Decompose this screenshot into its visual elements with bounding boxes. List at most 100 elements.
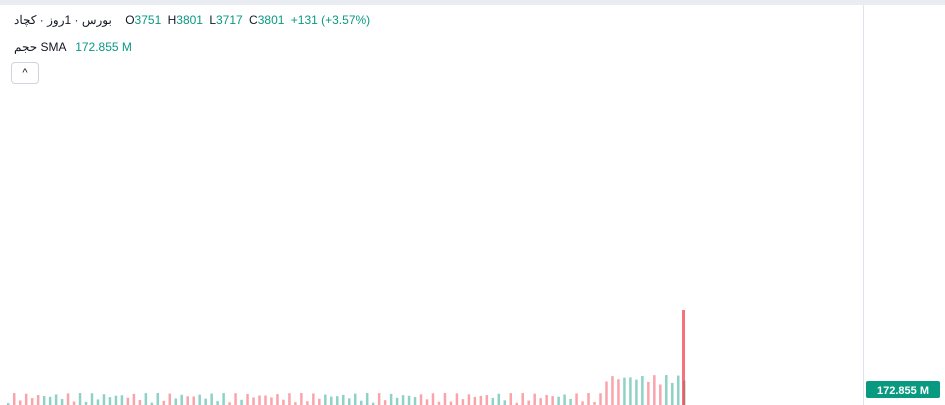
volume-bar — [443, 393, 447, 405]
volume-bar — [473, 396, 477, 405]
volume-legend[interactable]: حجم SMA 172.855 M — [14, 40, 132, 54]
volume-bar — [365, 393, 369, 405]
volume-bar — [587, 393, 590, 405]
volume-bar — [18, 400, 22, 405]
volume-bar — [491, 397, 495, 405]
volume-bar — [605, 381, 608, 405]
volume-bar — [359, 400, 363, 405]
volume-bar — [611, 376, 614, 405]
volume-bar — [234, 393, 237, 405]
volume-bar — [240, 399, 243, 405]
volume-bar — [431, 393, 435, 405]
volume-bar — [665, 375, 668, 405]
volume-bar — [557, 396, 560, 405]
volume-bar — [66, 393, 70, 405]
volume-bar — [174, 398, 178, 405]
volume-bar — [48, 396, 52, 405]
volume-bar — [144, 393, 148, 405]
volume-bar — [401, 395, 405, 405]
volume-bar — [222, 393, 225, 405]
volume-bar — [78, 393, 82, 405]
volume-bar — [54, 394, 58, 405]
volume-bar — [312, 393, 315, 405]
volume-bar — [324, 394, 327, 405]
volume-bar — [270, 397, 273, 405]
volume-bar — [156, 393, 160, 405]
volume-value: 172.855 M — [75, 40, 132, 54]
volume-bar — [276, 394, 279, 405]
volume-bar — [545, 394, 548, 405]
volume-bar — [180, 394, 183, 405]
volume-bar — [168, 393, 172, 405]
chevron-up-icon: ^ — [22, 67, 28, 79]
volume-bar — [318, 398, 321, 405]
volume-bar — [216, 401, 219, 405]
close-value: 3801 — [257, 13, 285, 27]
volume-bar — [467, 394, 471, 405]
volume-bar — [258, 395, 261, 405]
volume-bar — [581, 401, 584, 405]
volume-bar — [24, 393, 28, 405]
volume-bar — [659, 384, 662, 405]
volume-bar — [575, 393, 578, 405]
volume-bar — [377, 393, 381, 405]
volume-bar — [288, 393, 291, 405]
volume-bar — [210, 393, 213, 405]
volume-bar — [527, 400, 530, 405]
volume-bar — [395, 397, 399, 405]
collapse-legend-button[interactable]: ^ — [11, 62, 39, 84]
volume-bar — [629, 377, 632, 405]
ohlc-legend: بورس · 1روز · کچاد O3751 H3801 L3717 C38… — [14, 13, 373, 27]
price-axis-border — [863, 5, 864, 405]
change-value: +131 (+3.57%) — [290, 13, 371, 27]
volume-bar — [413, 397, 417, 405]
volume-bar — [330, 396, 333, 405]
low-value: 3717 — [216, 13, 243, 27]
volume-bar — [551, 396, 554, 405]
volume-bar — [282, 399, 285, 405]
volume-bar — [204, 398, 207, 405]
volume-bar — [126, 397, 130, 405]
volume-bar — [336, 396, 339, 405]
volume-bar — [497, 393, 501, 405]
volume-bar — [599, 393, 602, 405]
volume-bar — [300, 393, 303, 405]
volume-bar — [455, 393, 459, 405]
volume-bar — [569, 398, 572, 405]
volume-bar — [30, 398, 34, 405]
volume-bar — [12, 393, 16, 405]
close-label: C — [249, 13, 258, 27]
volume-bar — [120, 395, 124, 405]
chart-frame: 7000620054004600410035003100270024002100… — [0, 0, 945, 405]
volume-bar — [132, 393, 136, 405]
volume-bar — [102, 394, 106, 405]
volume-bar — [425, 399, 429, 405]
volume-bar — [186, 396, 189, 405]
volume-bar — [479, 395, 483, 405]
volume-bar — [647, 381, 650, 405]
volume-bar — [563, 394, 566, 405]
volume-bar — [347, 398, 351, 405]
volume-bar — [682, 310, 685, 405]
chart-canvas[interactable]: 7000620054004600410035003100270024002100… — [0, 0, 945, 405]
volume-bar — [60, 399, 64, 405]
volume-label: حجم — [14, 40, 38, 54]
volume-bar — [617, 379, 620, 405]
volume-bar — [252, 397, 255, 405]
volume-bar — [96, 399, 100, 405]
volume-bar — [264, 395, 267, 405]
volume-bar — [653, 375, 656, 405]
open-value: 3751 — [134, 13, 162, 27]
volume-bar — [503, 400, 507, 405]
volume-badge-label: 172.855 M — [877, 385, 929, 397]
volume-bar — [36, 395, 40, 405]
volume-bar — [449, 401, 453, 405]
volume-bar — [138, 400, 142, 405]
volume-bar — [198, 394, 201, 405]
symbol-title[interactable]: بورس · 1روز · کچاد — [14, 13, 112, 27]
volume-bar — [114, 395, 118, 405]
volume-bar — [246, 394, 249, 405]
volume-bar — [521, 393, 524, 405]
volume-bar — [485, 395, 489, 405]
volume-bar — [162, 400, 166, 405]
